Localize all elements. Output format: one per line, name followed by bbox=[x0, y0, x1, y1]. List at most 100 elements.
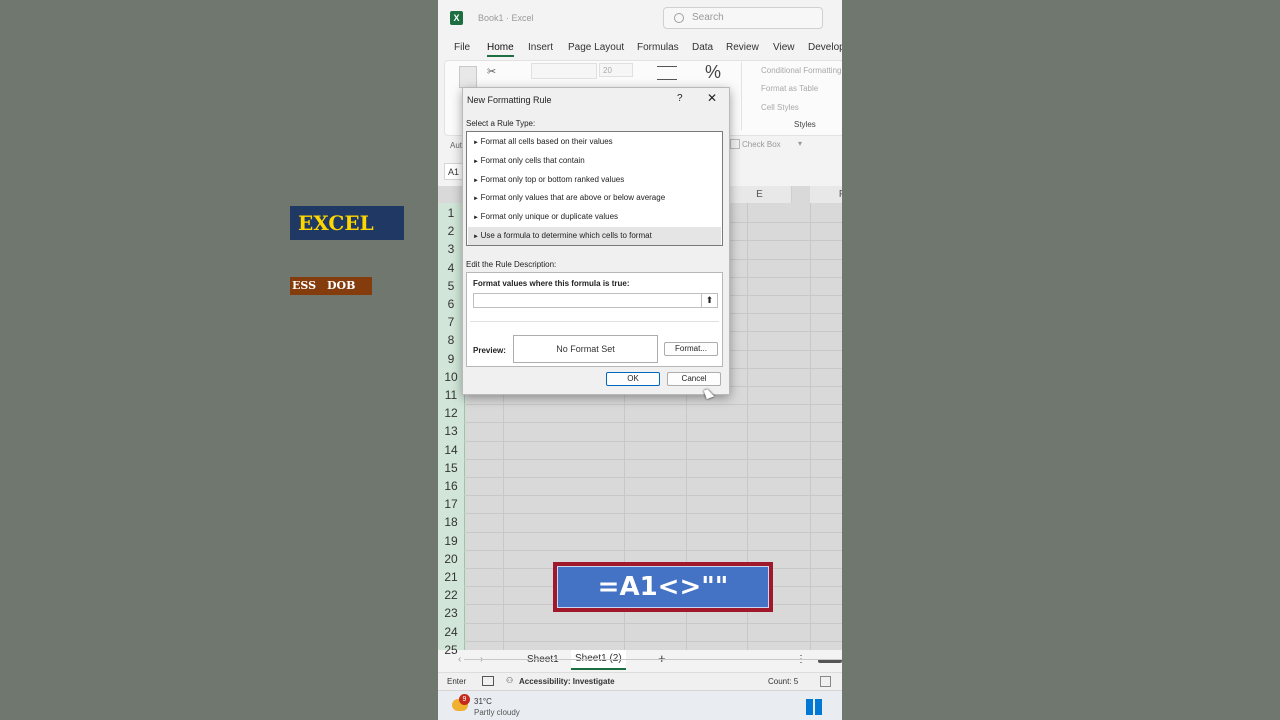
align-center-icon[interactable] bbox=[657, 66, 677, 80]
row-number[interactable]: 1 bbox=[438, 206, 464, 220]
new-formatting-rule-dialog: New Formatting Rule ? ✕ Select a Rule Ty… bbox=[462, 87, 730, 395]
header-row-band[interactable]: ESS DOB bbox=[290, 277, 372, 295]
row-number[interactable]: 24 bbox=[438, 625, 464, 639]
ribbon-divider bbox=[741, 62, 742, 130]
formula-heading: Format values where this formula is true… bbox=[473, 279, 630, 288]
format-as-table-button[interactable]: Format as Table bbox=[761, 84, 818, 93]
tab-review[interactable]: Review bbox=[726, 42, 759, 53]
row-number[interactable]: 25 bbox=[438, 643, 464, 657]
formula-callout: =A1<>"" bbox=[553, 562, 773, 612]
windows-start-icon[interactable] bbox=[806, 699, 822, 715]
row-number[interactable]: 11 bbox=[438, 388, 464, 402]
grid-line bbox=[464, 640, 842, 642]
grid-line bbox=[464, 477, 842, 478]
excel-title-cell[interactable]: EXCEL bbox=[290, 206, 404, 240]
sheet-tabs-bar: ‹ › Sheet1 Sheet1 (2) + ⋮ bbox=[438, 650, 842, 672]
paste-icon[interactable] bbox=[459, 66, 477, 88]
row-number[interactable]: 3 bbox=[438, 242, 464, 256]
cell-styles-button[interactable]: Cell Styles bbox=[761, 103, 799, 112]
row-number[interactable]: 18 bbox=[438, 515, 464, 529]
autosum-label[interactable]: Aut bbox=[450, 141, 462, 150]
rule-type-label: Format only cells that contain bbox=[480, 155, 585, 165]
search-box[interactable]: Search bbox=[663, 7, 823, 29]
sheet-tab-sheet1-2[interactable]: Sheet1 (2) bbox=[571, 650, 626, 670]
cut-icon[interactable]: ✂ bbox=[487, 65, 496, 78]
row-number[interactable]: 6 bbox=[438, 297, 464, 311]
formula-callout-text: =A1<>"" bbox=[557, 566, 769, 608]
column-header-f[interactable]: F bbox=[810, 186, 842, 203]
row-number[interactable]: 23 bbox=[438, 606, 464, 620]
font-name-box[interactable] bbox=[531, 63, 597, 79]
row-number[interactable]: 22 bbox=[438, 588, 464, 602]
weather-condition: Partly cloudy bbox=[474, 708, 520, 717]
tab-developer[interactable]: Develop bbox=[808, 42, 842, 53]
rule-type-label: Format only values that are above or bel… bbox=[480, 193, 666, 203]
macro-record-icon[interactable] bbox=[482, 676, 494, 686]
row-number[interactable]: 7 bbox=[438, 315, 464, 329]
conditional-formatting-button[interactable]: Conditional Formatting bbox=[761, 66, 841, 75]
row-number[interactable]: 2 bbox=[438, 224, 464, 238]
column-header-e[interactable]: E bbox=[728, 186, 792, 203]
row-number[interactable]: 16 bbox=[438, 479, 464, 493]
close-icon[interactable]: ✕ bbox=[707, 91, 717, 105]
row-number[interactable]: 21 bbox=[438, 570, 464, 584]
weather-temperature: 31°C bbox=[474, 697, 492, 706]
row-number[interactable]: 5 bbox=[438, 279, 464, 293]
checkbox-icon[interactable] bbox=[730, 139, 740, 149]
row-number[interactable]: 10 bbox=[438, 370, 464, 384]
rule-type-list[interactable]: ► Format all cells based on their values… bbox=[466, 131, 723, 246]
row-number[interactable]: 17 bbox=[438, 497, 464, 511]
status-mode: Enter bbox=[447, 677, 467, 686]
row-number[interactable]: 15 bbox=[438, 461, 464, 475]
rule-type-label: Format only unique or duplicate values bbox=[480, 212, 619, 222]
rule-type-item[interactable]: ► Format only cells that contain bbox=[468, 152, 721, 170]
ok-button[interactable]: OK bbox=[606, 372, 660, 386]
rule-type-item[interactable]: ► Format only top or bottom ranked value… bbox=[468, 171, 721, 189]
tab-page-layout[interactable]: Page Layout bbox=[568, 42, 624, 53]
collapse-dialog-icon[interactable]: ⬆ bbox=[701, 294, 717, 307]
preview-label: Preview: bbox=[473, 346, 506, 355]
header-cell-dob: DOB bbox=[327, 279, 356, 292]
check-box-button[interactable]: Check Box bbox=[742, 140, 781, 149]
rule-type-label: Format all cells based on their values bbox=[480, 137, 613, 146]
preview-box: No Format Set bbox=[513, 335, 658, 363]
row-number[interactable]: 12 bbox=[438, 406, 464, 420]
percent-icon[interactable]: % bbox=[705, 62, 721, 83]
font-size-value: 20 bbox=[603, 66, 612, 75]
rule-type-item[interactable]: ► Format only values that are above or b… bbox=[468, 189, 721, 207]
chevron-down-icon[interactable]: ▾ bbox=[798, 139, 802, 148]
row-number[interactable]: 9 bbox=[438, 352, 464, 366]
tab-file[interactable]: File bbox=[454, 42, 470, 53]
accessibility-status[interactable]: Accessibility: Investigate bbox=[519, 677, 615, 686]
description-divider bbox=[470, 321, 719, 322]
row-number[interactable]: 13 bbox=[438, 424, 464, 438]
rule-type-item[interactable]: ► Format only unique or duplicate values bbox=[468, 208, 721, 226]
rule-type-item[interactable]: ► Format all cells based on their values bbox=[468, 133, 721, 151]
styles-group-label: Styles bbox=[794, 120, 816, 129]
grid-line bbox=[464, 404, 842, 406]
arrow-right-icon: ► bbox=[473, 234, 481, 240]
row-number[interactable]: 8 bbox=[438, 333, 464, 347]
format-button[interactable]: Format... bbox=[664, 342, 718, 356]
grid-line bbox=[464, 440, 842, 442]
normal-view-icon[interactable] bbox=[820, 676, 831, 687]
row-number[interactable]: 19 bbox=[438, 534, 464, 548]
row-number[interactable]: 14 bbox=[438, 443, 464, 457]
grid-line bbox=[464, 513, 842, 515]
tab-view[interactable]: View bbox=[773, 42, 795, 53]
title-bar: X Book1 · Excel Search bbox=[438, 0, 842, 38]
arrow-right-icon: ► bbox=[473, 177, 481, 184]
tab-formulas[interactable]: Formulas bbox=[637, 42, 679, 53]
tab-insert[interactable]: Insert bbox=[528, 42, 553, 53]
font-size-box[interactable]: 20 bbox=[599, 63, 633, 77]
tab-data[interactable]: Data bbox=[692, 42, 713, 53]
formula-input[interactable]: ⬆ bbox=[473, 293, 718, 308]
help-icon[interactable]: ? bbox=[677, 93, 683, 104]
row-number[interactable]: 4 bbox=[438, 261, 464, 275]
excel-logo-icon: X bbox=[450, 11, 463, 25]
rule-type-item[interactable]: ► Use a formula to determine which cells… bbox=[468, 227, 721, 245]
count-status: Count: 5 bbox=[768, 677, 799, 686]
cancel-button[interactable]: Cancel bbox=[667, 372, 721, 386]
row-number[interactable]: 20 bbox=[438, 552, 464, 566]
tab-home[interactable]: Home bbox=[487, 42, 514, 57]
